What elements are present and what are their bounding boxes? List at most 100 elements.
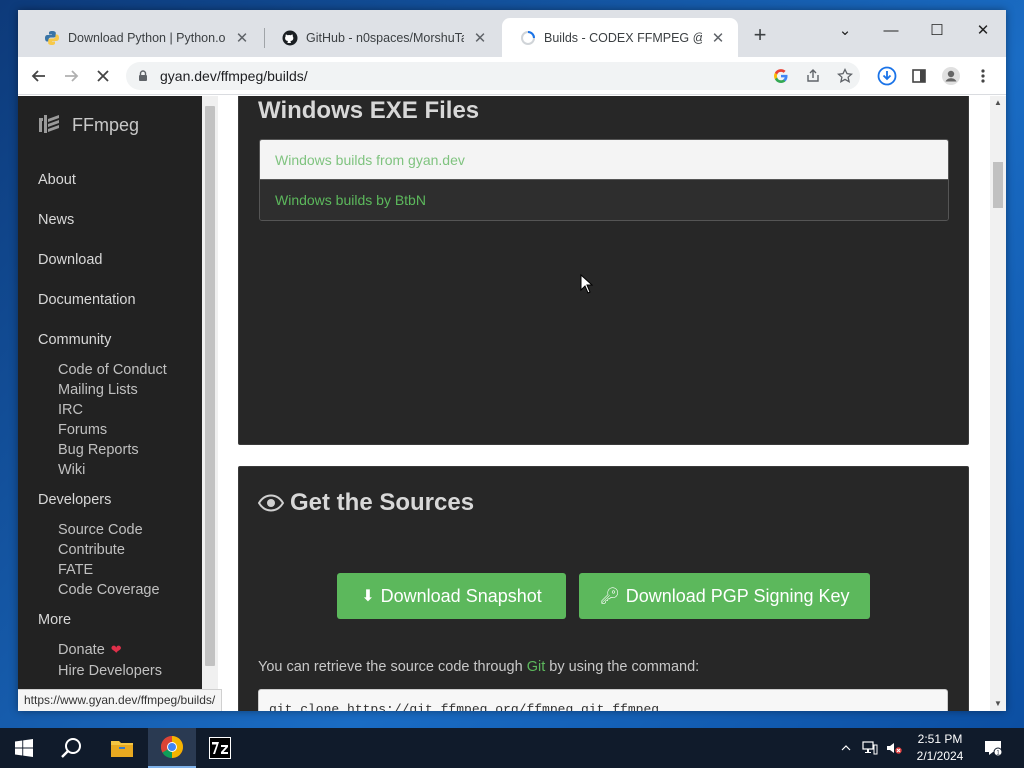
sidebar-item-developers[interactable]: Developers <box>38 492 111 508</box>
github-icon <box>282 30 298 46</box>
show-hidden-icons-chevron-icon[interactable] <box>838 728 854 768</box>
downloads-button[interactable] <box>874 63 900 89</box>
scroll-up-arrow-icon[interactable]: ▲ <box>990 96 1006 110</box>
side-panel-button[interactable] <box>906 63 932 89</box>
scrollbar-thumb[interactable] <box>993 162 1003 208</box>
download-icon <box>877 66 897 86</box>
start-button[interactable] <box>0 728 48 768</box>
git-command-code: git clone https://git.ffmpeg.org/ffmpeg.… <box>258 689 948 711</box>
sidebar-item-forums[interactable]: Forums <box>58 422 107 438</box>
sidebar-item-code-of-conduct[interactable]: Code of Conduct <box>58 362 167 378</box>
close-tab-icon[interactable]: ✕ <box>710 29 726 47</box>
tab-title: Download Python | Python.org <box>68 30 226 45</box>
sidebar-item-bug-reports[interactable]: Bug Reports <box>58 442 139 458</box>
eye-icon <box>258 494 284 512</box>
download-pgp-key-button[interactable]: 🔑︎ Download PGP Signing Key <box>579 573 870 619</box>
scroll-down-arrow-icon[interactable]: ▼ <box>990 697 1006 711</box>
back-button[interactable] <box>26 63 52 89</box>
link-windows-builds-btbn[interactable]: Windows builds by BtbN <box>260 180 948 220</box>
download-snapshot-button[interactable]: ⬇ Download Snapshot <box>337 573 566 619</box>
maximize-button[interactable]: ☐ <box>914 16 960 44</box>
bookmark-star-icon[interactable] <box>836 67 854 85</box>
sidebar-item-code-coverage[interactable]: Code Coverage <box>58 582 160 598</box>
tab-title: GitHub - n0spaces/MorshuTalk: <box>306 30 464 45</box>
share-icon[interactable] <box>804 67 822 85</box>
minimize-button[interactable]: — <box>868 16 914 44</box>
text: by using the command: <box>545 659 700 675</box>
sidebar-item-community[interactable]: Community <box>38 332 111 348</box>
network-icon[interactable] <box>860 728 880 768</box>
page-scrollbar[interactable]: ▲ ▼ <box>990 96 1006 711</box>
section-heading: Get the Sources <box>258 489 474 517</box>
ffmpeg-logo-icon <box>39 115 59 133</box>
side-panel-icon <box>912 69 926 83</box>
avatar-icon <box>942 67 960 85</box>
main-content: Windows EXE Files Windows builds from gy… <box>218 96 990 711</box>
tab-python[interactable]: Download Python | Python.org ✕ <box>26 18 262 57</box>
close-tab-icon[interactable]: ✕ <box>234 29 250 47</box>
close-window-button[interactable]: ✕ <box>960 16 1006 44</box>
chrome-icon <box>161 736 183 758</box>
profile-button[interactable] <box>938 63 964 89</box>
close-icon <box>97 70 109 82</box>
chrome-taskbar-button[interactable] <box>148 728 196 768</box>
sidebar-item-more[interactable]: More <box>38 612 71 628</box>
sidebar-item-documentation[interactable]: Documentation <box>38 292 136 308</box>
button-label: Download PGP Signing Key <box>625 585 850 606</box>
tab-title: Builds - CODEX FFMPEG @ gyan <box>544 30 702 45</box>
new-tab-button[interactable]: + <box>748 24 772 46</box>
7zip-taskbar-button[interactable] <box>196 728 244 768</box>
link-windows-builds-gyan[interactable]: Windows builds from gyan.dev <box>260 140 948 180</box>
close-tab-icon[interactable]: ✕ <box>472 29 488 47</box>
tab-search-icon[interactable]: ⌄ <box>822 16 868 44</box>
volume-muted-icon[interactable] <box>884 728 904 768</box>
google-icon[interactable] <box>772 67 790 85</box>
search-button[interactable] <box>48 728 96 768</box>
sidebar-item-mailing-lists[interactable]: Mailing Lists <box>58 382 138 398</box>
system-clock[interactable]: 2:51 PM 2/1/2024 <box>906 731 974 765</box>
menu-button[interactable] <box>970 63 996 89</box>
download-icon: ⬇ <box>361 588 375 605</box>
windows-logo-icon <box>15 739 33 757</box>
sidebar-item-about[interactable]: About <box>38 172 76 188</box>
sidebar-item-irc[interactable]: IRC <box>58 402 83 418</box>
text: You can retrieve the source code through <box>258 659 527 675</box>
sidebar-item-news[interactable]: News <box>38 212 74 228</box>
key-icon: 🔑︎ <box>599 588 620 605</box>
sidebar-scrollbar[interactable] <box>202 96 218 711</box>
sidebar-item-wiki[interactable]: Wiki <box>58 462 85 478</box>
search-icon <box>61 738 81 758</box>
git-link[interactable]: Git <box>527 659 546 675</box>
loading-spinner-icon <box>520 30 536 46</box>
taskbar: 2:51 PM 2/1/2024 1 <box>0 728 1024 768</box>
exe-links-list: Windows builds from gyan.dev Windows bui… <box>259 139 949 221</box>
sidebar-item-download[interactable]: Download <box>38 252 103 268</box>
tab-ffmpeg-builds[interactable]: Builds - CODEX FFMPEG @ gyan ✕ <box>502 18 738 57</box>
page-viewport: FFmpeg About News Download Documentation… <box>18 96 1006 711</box>
button-label: Download Snapshot <box>380 585 542 606</box>
sidebar-item-contribute[interactable]: Contribute <box>58 542 125 558</box>
scrollbar-thumb[interactable] <box>205 106 215 666</box>
brand-name: FFmpeg <box>72 114 140 135</box>
sidebar-item-donate[interactable]: Donate ❤ <box>58 642 122 658</box>
get-sources-panel: Get the Sources ⬇ Download Snapshot 🔑︎ D… <box>238 466 969 711</box>
sidebar-item-source-code[interactable]: Source Code <box>58 522 143 538</box>
sidebar-item-fate[interactable]: FATE <box>58 562 93 578</box>
notifications-icon[interactable]: 1 <box>980 728 1006 768</box>
back-arrow-icon <box>31 70 45 82</box>
sidebar: FFmpeg About News Download Documentation… <box>18 96 202 711</box>
tab-github[interactable]: GitHub - n0spaces/MorshuTalk: ✕ <box>264 18 500 57</box>
section-heading-text: Get the Sources <box>290 489 475 516</box>
address-bar[interactable]: gyan.dev/ffmpeg/builds/ <box>126 62 860 90</box>
7zip-icon <box>209 737 231 759</box>
file-explorer-button[interactable] <box>98 728 146 768</box>
clock-date: 2/1/2024 <box>916 749 964 763</box>
sidebar-item-hire-developers[interactable]: Hire Developers <box>58 663 162 679</box>
stop-loading-button[interactable] <box>90 63 116 89</box>
browser-toolbar: gyan.dev/ffmpeg/builds/ <box>18 57 1006 95</box>
forward-button[interactable] <box>58 63 84 89</box>
clock-time: 2:51 PM <box>917 732 963 746</box>
brand[interactable]: FFmpeg <box>38 114 139 136</box>
section-heading: Windows EXE Files <box>258 97 480 124</box>
retrieve-source-text: You can retrieve the source code through… <box>258 659 699 675</box>
